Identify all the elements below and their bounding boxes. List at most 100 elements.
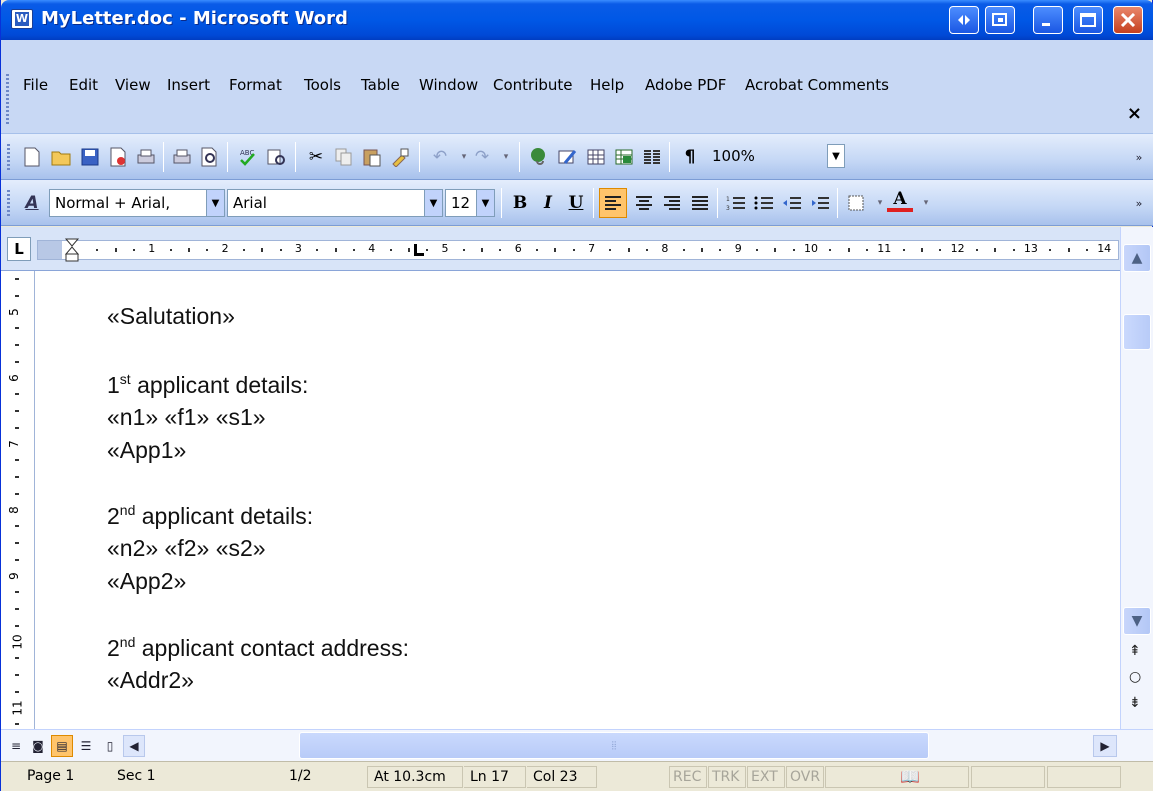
font-size-box[interactable]: 12 ▼ — [445, 189, 495, 217]
save-icon[interactable] — [77, 144, 103, 170]
copy-icon[interactable] — [331, 144, 357, 170]
web-layout-view-icon[interactable]: ◙ — [27, 735, 49, 757]
status-page: Page 1 — [27, 768, 75, 784]
print-icon[interactable] — [169, 144, 195, 170]
menu-edit[interactable]: Edit — [69, 76, 98, 94]
styles-formatting-icon[interactable]: A — [19, 190, 45, 216]
italic-button[interactable]: I — [535, 190, 561, 216]
status-rec[interactable]: REC — [669, 766, 707, 788]
restore-task-pane-button[interactable] — [985, 6, 1015, 34]
menu-grip[interactable] — [6, 74, 9, 126]
menu-help[interactable]: Help — [590, 76, 624, 94]
word-app-icon[interactable]: W — [11, 9, 33, 29]
style-box[interactable]: Normal + Arial, ▼ — [49, 189, 225, 217]
select-browse-object-button[interactable]: ○ — [1129, 669, 1141, 685]
font-size-dropdown-button[interactable]: ▼ — [476, 190, 494, 216]
zoom-dropdown-button[interactable]: ▼ — [827, 144, 845, 168]
menu-contribute[interactable]: Contribute — [493, 76, 573, 94]
underline-button[interactable]: U — [563, 190, 589, 216]
reading-layout-view-icon[interactable]: ▯ — [99, 735, 121, 757]
menu-view[interactable]: View — [115, 76, 151, 94]
open-folder-icon[interactable] — [49, 144, 75, 170]
show-formatting-icon[interactable]: ¶ — [677, 144, 703, 170]
next-page-button[interactable]: ⇟ — [1129, 695, 1141, 711]
menu-acrobat-comments[interactable]: Acrobat Comments — [745, 76, 889, 94]
style-dropdown-button[interactable]: ▼ — [206, 190, 224, 216]
maximize-button[interactable] — [1073, 6, 1103, 34]
undo-icon[interactable]: ↶ — [427, 144, 453, 170]
decrease-indent-button[interactable] — [779, 190, 805, 216]
columns-icon[interactable] — [639, 144, 665, 170]
status-trk[interactable]: TRK — [708, 766, 746, 788]
scroll-up-button[interactable]: ▲ — [1123, 244, 1151, 272]
spelling-status[interactable]: 📖 — [825, 766, 969, 788]
status-ext[interactable]: EXT — [747, 766, 785, 788]
increase-indent-button[interactable] — [807, 190, 833, 216]
bullets-button[interactable] — [751, 190, 777, 216]
outline-view-icon[interactable]: ☰ — [75, 735, 97, 757]
vertical-scroll-thumb[interactable] — [1123, 314, 1151, 350]
hyperlink-icon[interactable] — [527, 144, 553, 170]
research-icon[interactable] — [263, 144, 289, 170]
tab-selector-button[interactable]: L — [7, 237, 31, 261]
insert-table-icon[interactable] — [583, 144, 609, 170]
menu-format[interactable]: Format — [229, 76, 282, 94]
zoom-box[interactable]: 100% ▼ — [707, 143, 857, 171]
menu-table[interactable]: Table — [361, 76, 400, 94]
paste-icon[interactable] — [359, 144, 385, 170]
font-box[interactable]: Arial ▼ — [227, 189, 443, 217]
numbering-button[interactable]: 13 — [723, 190, 749, 216]
toolbar-grip[interactable] — [7, 144, 10, 170]
status-ovr[interactable]: OVR — [786, 766, 824, 788]
scroll-left-button[interactable]: ◀ — [123, 735, 145, 757]
indent-marker-icon[interactable] — [64, 237, 80, 265]
vertical-ruler[interactable]: 5 6 7 8 9 10 11 — [1, 271, 35, 729]
new-document-icon[interactable] — [19, 144, 45, 170]
cut-icon[interactable]: ✂ — [303, 144, 329, 170]
horizontal-ruler[interactable]: 123456789101112131415 — [37, 238, 1143, 262]
align-right-button[interactable] — [659, 190, 685, 216]
close-button[interactable] — [1113, 6, 1143, 34]
spelling-icon[interactable]: ABC — [235, 144, 261, 170]
toolbar-grip[interactable] — [7, 190, 10, 216]
toolbar-options-icon[interactable]: » — [1129, 144, 1149, 170]
print-icon-a[interactable] — [133, 144, 159, 170]
menu-file[interactable]: File — [23, 76, 48, 94]
borders-button[interactable] — [843, 190, 869, 216]
menu-insert[interactable]: Insert — [167, 76, 210, 94]
insert-excel-icon[interactable] — [611, 144, 637, 170]
redo-icon[interactable]: ↷ — [469, 144, 495, 170]
horizontal-scroll-thumb[interactable]: ⦙⦙ — [299, 732, 929, 759]
title-bar[interactable]: W MyLetter.doc - Microsoft Word — [1, 0, 1153, 40]
redo-dropdown-icon[interactable]: ▾ — [493, 144, 519, 170]
vertical-scrollbar[interactable]: ▲ ▼ ⇞ ○ ⇟ — [1120, 227, 1153, 729]
font-color-dropdown-icon[interactable]: ▾ — [913, 190, 939, 216]
bold-button[interactable]: B — [507, 190, 533, 216]
help-arrows-button[interactable] — [949, 6, 979, 34]
font-color-button[interactable]: A — [887, 189, 913, 212]
document-page[interactable]: «Salutation» 1st applicant details: «n1»… — [35, 271, 1120, 729]
left-tab-stop[interactable] — [414, 244, 424, 256]
menu-window[interactable]: Window — [419, 76, 478, 94]
menu-tools[interactable]: Tools — [304, 76, 341, 94]
print-preview-icon[interactable] — [197, 144, 223, 170]
scroll-down-button[interactable]: ▼ — [1123, 607, 1151, 635]
normal-view-icon[interactable]: ≡ — [5, 735, 27, 757]
document-close-button[interactable]: × — [1127, 103, 1142, 124]
font-dropdown-button[interactable]: ▼ — [424, 190, 442, 216]
justify-button[interactable] — [687, 190, 713, 216]
scroll-right-button[interactable]: ▶ — [1093, 735, 1117, 757]
previous-page-button[interactable]: ⇞ — [1129, 643, 1141, 659]
menu-adobe-pdf[interactable]: Adobe PDF — [645, 76, 726, 94]
circle-icon: ○ — [1129, 669, 1142, 685]
vertical-ruler-tick — [15, 542, 19, 544]
toolbar-separator — [717, 188, 718, 218]
permission-icon[interactable] — [105, 144, 131, 170]
tables-borders-icon[interactable] — [555, 144, 581, 170]
minimize-button[interactable] — [1033, 6, 1063, 34]
toolbar-options-icon[interactable]: » — [1129, 190, 1149, 216]
align-center-button[interactable] — [631, 190, 657, 216]
format-painter-icon[interactable] — [387, 144, 413, 170]
print-layout-view-icon[interactable]: ▤ — [51, 735, 73, 757]
align-left-button[interactable] — [599, 188, 627, 218]
